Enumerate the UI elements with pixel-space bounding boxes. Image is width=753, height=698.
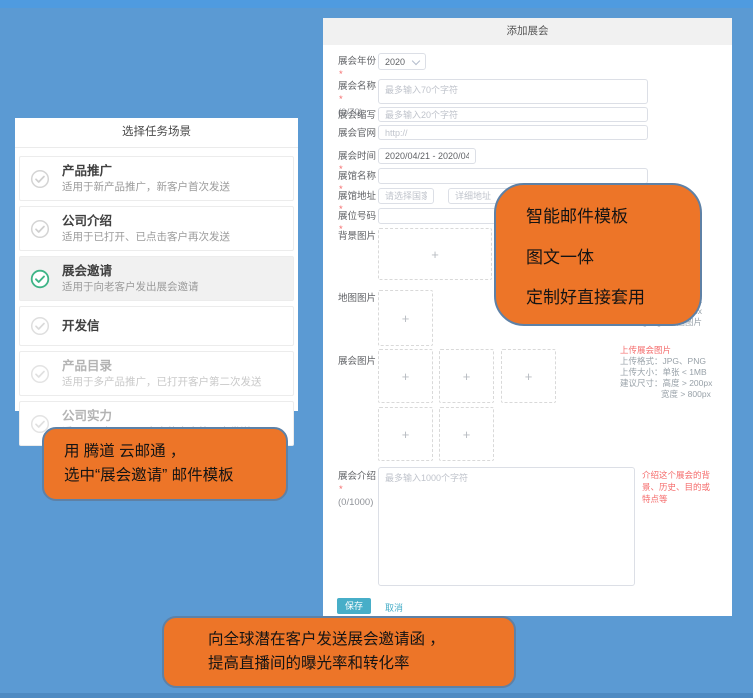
slide-bottom-edge — [0, 693, 753, 698]
plus-icon: + — [431, 247, 439, 262]
scene-item-product-catalog[interactable]: 产品目录 适用于多产品推广，已打开客户第二次发送 — [19, 351, 294, 396]
save-button[interactable]: 保存 — [337, 598, 371, 614]
expo-intro-textarea[interactable] — [378, 467, 635, 586]
expo-image-upload-box-3[interactable]: + — [501, 349, 556, 403]
callout-line: 提高直播间的曝光率和转化率 — [208, 652, 514, 676]
year-select-value: 2020 — [385, 57, 405, 67]
expo-image-upload-box-1[interactable]: + — [378, 349, 433, 403]
plus-icon: + — [402, 311, 410, 326]
scene-chooser-panel: 选择任务场景 产品推广 适用于新产品推广，新客户首次发送 公司介绍 适用于已打开… — [15, 118, 298, 411]
check-circle-icon — [30, 169, 50, 189]
country-select-input[interactable] — [378, 188, 434, 204]
scene-item-title: 开发信 — [62, 313, 285, 339]
venue-name-input[interactable] — [378, 168, 648, 184]
intro-tip: 介绍这个展会的背景、历史、目的或特点等 — [642, 469, 716, 505]
callout-send-invitation: 向全球潜在客户发送展会邀请函 ， 提高直播间的曝光率和转化率 — [162, 616, 516, 688]
slide-top-edge — [0, 0, 753, 8]
plus-icon: + — [402, 369, 410, 384]
scene-item-list: 产品推广 适用于新产品推广，新客户首次发送 公司介绍 适用于已打开、已点击客户再… — [15, 148, 298, 455]
expo-images-tip-title: 上传展会图片 — [620, 345, 712, 356]
callout-line: 用 腾道 云邮通 ， — [64, 440, 286, 464]
scene-item-title: 展会邀请 — [62, 263, 285, 279]
cancel-link[interactable]: 取消 — [385, 601, 403, 614]
check-circle-icon — [30, 219, 50, 239]
callout-line: 选中“展会邀请” 邮件模板 — [64, 464, 286, 488]
field-label-website: 展会官网 — [338, 128, 378, 141]
bg-image-upload-box[interactable]: + — [378, 228, 492, 280]
map-image-upload-box[interactable]: + — [378, 290, 433, 346]
check-circle-icon — [30, 316, 50, 336]
callout-line: 向全球潜在客户发送展会邀请函 ， — [208, 628, 514, 652]
expo-image-upload-box-2[interactable]: + — [439, 349, 494, 403]
callout-line: 定制好直接套用 — [526, 283, 692, 308]
expo-image-upload-box-4[interactable]: + — [378, 407, 433, 461]
plus-icon: + — [463, 427, 471, 442]
field-label-bg-image: 背景图片 — [338, 231, 378, 244]
expo-image-upload-box-5[interactable]: + — [439, 407, 494, 461]
form-title: 添加展会 — [323, 18, 732, 45]
expo-time-input[interactable] — [378, 148, 476, 164]
check-circle-icon — [30, 364, 50, 384]
chevron-down-icon — [412, 56, 420, 64]
field-label-year: 展会年份* — [338, 56, 378, 82]
scene-item-dev-letter[interactable]: 开发信 — [19, 306, 294, 346]
intro-counter: (0/1000) — [338, 497, 373, 508]
field-label-map-image: 地图图片 — [338, 293, 378, 306]
year-select[interactable]: 2020 — [378, 53, 426, 70]
scene-item-subtitle: 适用于新产品推广，新客户首次发送 — [62, 181, 285, 194]
scene-item-product-promo[interactable]: 产品推广 适用于新产品推广，新客户首次发送 — [19, 156, 294, 201]
callout-smart-template: 智能邮件模板 图文一体 定制好直接套用 — [494, 183, 702, 326]
field-label-expo-images: 展会图片 — [338, 356, 378, 369]
callout-use-yunyoutong: 用 腾道 云邮通 ， 选中“展会邀请” 邮件模板 — [42, 427, 288, 501]
check-circle-selected-icon — [30, 269, 50, 289]
expo-images-tip: 上传展会图片 上传格式：JPG、PNG 上传大小：单张 < 1MB 建议尺寸：高… — [620, 345, 712, 400]
callout-line: 图文一体 — [526, 243, 692, 268]
scene-item-company-intro[interactable]: 公司介绍 适用于已打开、已点击客户再次发送 — [19, 206, 294, 251]
plus-icon: + — [402, 427, 410, 442]
callout-line: 智能邮件模板 — [526, 202, 692, 227]
scene-item-title: 公司介绍 — [62, 213, 285, 229]
plus-icon: + — [463, 369, 471, 384]
expo-name-input[interactable] — [378, 79, 648, 104]
scene-item-subtitle: 适用于多产品推广，已打开客户第二次发送 — [62, 376, 285, 389]
scene-item-title: 公司实力 — [62, 408, 285, 424]
expo-website-input[interactable] — [378, 125, 648, 140]
scene-item-title: 产品目录 — [62, 358, 285, 374]
scene-item-subtitle: 适用于已打开、已点击客户再次发送 — [62, 231, 285, 244]
field-label-intro: 展会介绍* (0/1000) — [338, 471, 378, 509]
scene-item-expo-invite[interactable]: 展会邀请 适用于向老客户发出展会邀请 — [19, 256, 294, 301]
field-label-abbr: 展会缩写 — [338, 110, 378, 123]
expo-abbr-input[interactable] — [378, 107, 648, 122]
scene-item-subtitle: 适用于向老客户发出展会邀请 — [62, 281, 285, 294]
form-body: 展会年份* 2020 展会名称* (0/70) 展会缩写 展会官网 展会时间* … — [323, 45, 732, 616]
scene-item-title: 产品推广 — [62, 163, 285, 179]
scene-panel-title: 选择任务场景 — [15, 118, 298, 148]
plus-icon: + — [525, 369, 533, 384]
